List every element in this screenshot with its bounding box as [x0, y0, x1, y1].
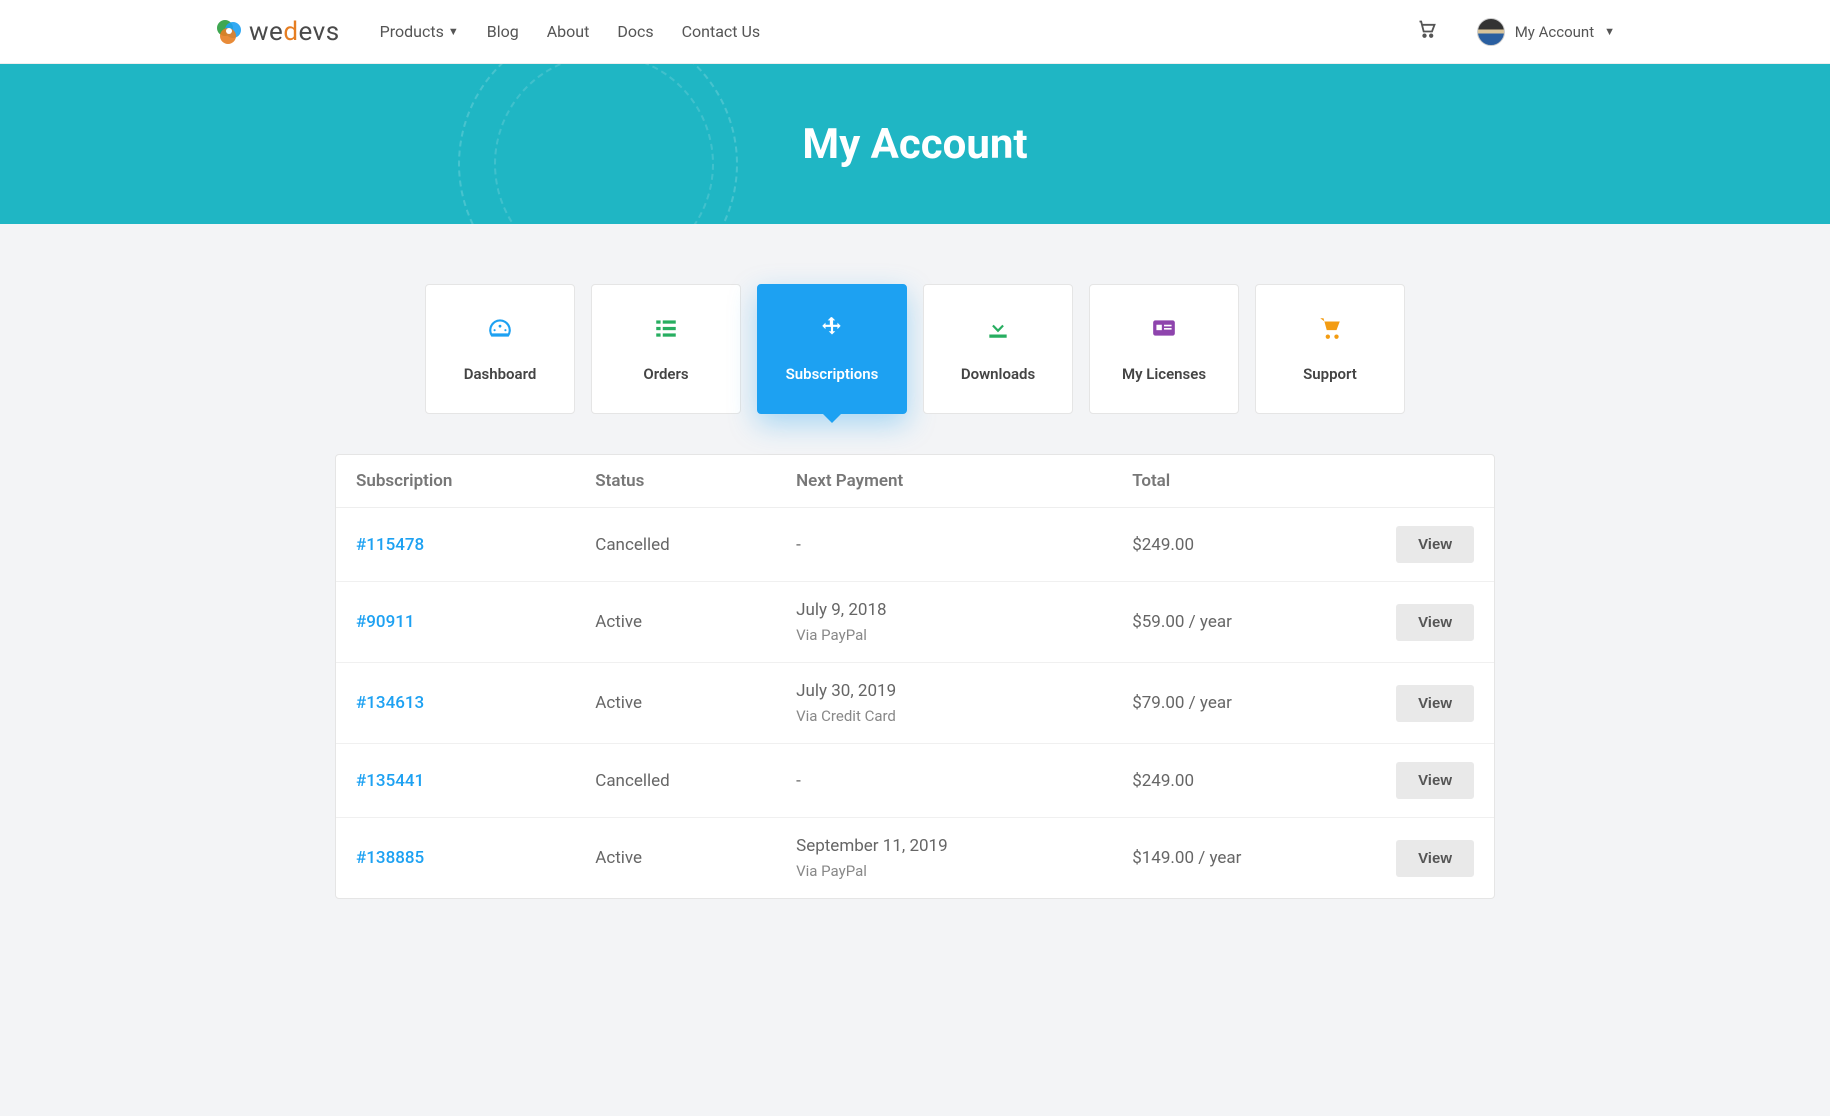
- total-cell: $249.00: [1112, 744, 1374, 818]
- payment-method: Via PayPal: [796, 626, 1092, 644]
- table-row: #90911 ActiveJuly 9, 2018Via PayPal$59.00…: [336, 582, 1494, 663]
- payment-method: Via Credit Card: [796, 707, 1092, 725]
- next-payment-cell: -: [776, 744, 1112, 818]
- nav-products[interactable]: Products ▼: [380, 22, 459, 41]
- tab-label: Dashboard: [464, 365, 537, 383]
- tab-label: Support: [1303, 365, 1357, 383]
- list-icon: [653, 315, 679, 347]
- subscription-link[interactable]: #134613: [356, 693, 424, 713]
- tab-licenses[interactable]: My Licenses: [1089, 284, 1239, 414]
- chevron-down-icon: ▼: [448, 25, 459, 38]
- total-cell: $79.00 / year: [1112, 663, 1374, 744]
- col-actions: [1374, 455, 1494, 508]
- chevron-down-icon: ▼: [1604, 25, 1615, 38]
- next-payment-cell: September 11, 2019Via PayPal: [776, 818, 1112, 899]
- subscription-link[interactable]: #135441: [356, 771, 424, 791]
- account-menu[interactable]: My Account ▼: [1477, 18, 1615, 46]
- nav-docs[interactable]: Docs: [617, 22, 653, 41]
- next-payment-cell: July 30, 2019Via Credit Card: [776, 663, 1112, 744]
- view-button[interactable]: View: [1396, 840, 1474, 877]
- total-cell: $249.00: [1112, 508, 1374, 582]
- view-button[interactable]: View: [1396, 604, 1474, 641]
- download-icon: [985, 315, 1011, 347]
- cart-icon[interactable]: [1417, 19, 1437, 44]
- page-banner: My Account: [0, 64, 1830, 224]
- tab-dashboard[interactable]: Dashboard: [425, 284, 575, 414]
- col-status: Status: [575, 455, 776, 508]
- col-subscription: Subscription: [336, 455, 575, 508]
- gauge-icon: [487, 315, 513, 347]
- tab-label: My Licenses: [1122, 365, 1206, 383]
- table-row: #134613 ActiveJuly 30, 2019Via Credit Car…: [336, 663, 1494, 744]
- logo-text: wedevs: [249, 17, 340, 47]
- tab-label: Orders: [643, 365, 688, 383]
- view-button[interactable]: View: [1396, 762, 1474, 799]
- nav-about[interactable]: About: [547, 22, 590, 41]
- tab-downloads[interactable]: Downloads: [923, 284, 1073, 414]
- avatar: [1477, 18, 1505, 46]
- subscriptions-table: Subscription Status Next Payment Total #…: [335, 454, 1495, 899]
- logo-icon: [215, 18, 243, 46]
- total-cell: $59.00 / year: [1112, 582, 1374, 663]
- next-payment-cell: -: [776, 508, 1112, 582]
- col-next-payment: Next Payment: [776, 455, 1112, 508]
- top-nav: wedevs Products ▼ Blog About Docs Contac…: [0, 0, 1830, 64]
- table-row: #138885 ActiveSeptember 11, 2019Via PayPa…: [336, 818, 1494, 899]
- page-title: My Account: [802, 120, 1027, 169]
- table-row: #115478 Cancelled-$249.00 View: [336, 508, 1494, 582]
- nav-contact[interactable]: Contact Us: [682, 22, 761, 41]
- cart-icon: [1317, 315, 1343, 347]
- subscription-link[interactable]: #138885: [356, 848, 424, 868]
- next-payment-cell: July 9, 2018Via PayPal: [776, 582, 1112, 663]
- tab-subscriptions[interactable]: Subscriptions: [757, 284, 907, 414]
- subscription-link[interactable]: #115478: [356, 535, 424, 555]
- id-card-icon: [1151, 315, 1177, 347]
- col-total: Total: [1112, 455, 1374, 508]
- account-tabs: Dashboard Orders Subscriptions Downloads…: [335, 284, 1495, 414]
- tab-support[interactable]: Support: [1255, 284, 1405, 414]
- view-button[interactable]: View: [1396, 526, 1474, 563]
- logo[interactable]: wedevs: [215, 17, 340, 47]
- tab-label: Downloads: [961, 365, 1035, 383]
- tab-orders[interactable]: Orders: [591, 284, 741, 414]
- account-label: My Account: [1515, 23, 1594, 41]
- table-row: #135441 Cancelled-$249.00 View: [336, 744, 1494, 818]
- subscription-link[interactable]: #90911: [356, 612, 415, 632]
- status-cell: Cancelled: [575, 744, 776, 818]
- payment-method: Via PayPal: [796, 862, 1092, 880]
- move-icon: [819, 315, 845, 347]
- status-cell: Active: [575, 582, 776, 663]
- nav-blog[interactable]: Blog: [487, 22, 519, 41]
- total-cell: $149.00 / year: [1112, 818, 1374, 899]
- status-cell: Active: [575, 663, 776, 744]
- tab-label: Subscriptions: [786, 365, 879, 383]
- status-cell: Active: [575, 818, 776, 899]
- status-cell: Cancelled: [575, 508, 776, 582]
- view-button[interactable]: View: [1396, 685, 1474, 722]
- nav-links: Products ▼ Blog About Docs Contact Us: [380, 22, 760, 41]
